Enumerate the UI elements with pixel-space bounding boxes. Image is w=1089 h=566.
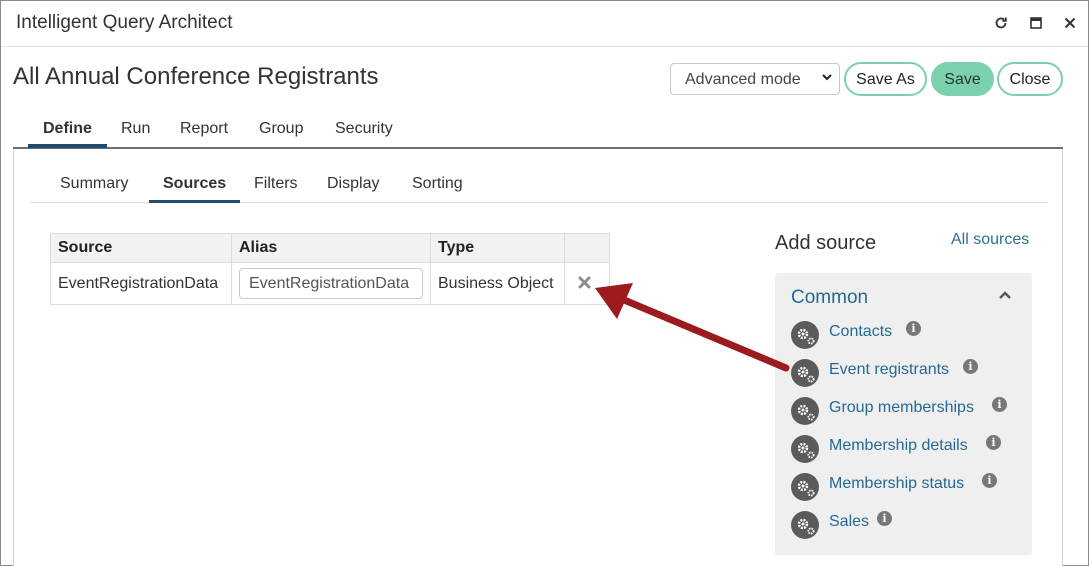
tab-report[interactable]: Report: [180, 120, 228, 138]
alias-cell: [231, 262, 431, 305]
column-header-type: Type: [430, 233, 565, 263]
source-item-membership-details[interactable]: Membership details i: [791, 435, 1021, 465]
chevron-down-icon: [821, 71, 833, 86]
source-item-label[interactable]: Event registrants: [829, 361, 949, 379]
business-object-icon: [791, 473, 819, 501]
common-group-title[interactable]: Common: [791, 287, 868, 309]
subtab-display[interactable]: Display: [327, 175, 379, 193]
refresh-icon[interactable]: [991, 13, 1011, 33]
business-object-icon: [791, 359, 819, 387]
info-icon[interactable]: i: [963, 359, 978, 374]
maximize-icon[interactable]: [1026, 13, 1046, 33]
subtab-sources[interactable]: Sources: [163, 175, 226, 193]
tab-define[interactable]: Define: [43, 120, 92, 138]
query-architect-window: Intelligent Query Architect All Annual C…: [0, 0, 1089, 566]
column-header-alias: Alias: [231, 233, 431, 263]
save-button[interactable]: Save: [931, 62, 994, 96]
business-object-icon: [791, 435, 819, 463]
define-panel: Summary Sources Filters Display Sorting …: [13, 149, 1063, 566]
add-source-title: Add source: [775, 232, 877, 254]
source-item-membership-status[interactable]: Membership status i: [791, 473, 1021, 503]
source-item-label[interactable]: Sales: [829, 513, 869, 531]
chevron-up-icon[interactable]: [997, 287, 1013, 303]
common-sources-group: Common Contacts i Event registrants i Gr…: [775, 273, 1032, 555]
title-bar: Intelligent Query Architect: [1, 1, 1088, 47]
business-object-icon: [791, 397, 819, 425]
active-tab-indicator: [28, 144, 107, 148]
source-item-label[interactable]: Membership status: [829, 475, 964, 493]
sub-tab-bar: Summary Sources Filters Display Sorting: [30, 165, 1048, 203]
info-icon[interactable]: i: [992, 397, 1007, 412]
business-object-icon: [791, 321, 819, 349]
all-sources-link[interactable]: All sources: [951, 231, 1029, 249]
alias-input[interactable]: [239, 268, 423, 299]
business-object-icon: [791, 511, 819, 539]
source-item-group-memberships[interactable]: Group memberships i: [791, 397, 1021, 427]
type-cell: Business Object: [430, 262, 565, 305]
tab-group[interactable]: Group: [259, 120, 303, 138]
delete-source-icon[interactable]: [578, 274, 591, 294]
source-item-event-registrants[interactable]: Event registrants i: [791, 359, 1021, 389]
column-header-actions: [564, 233, 610, 263]
source-item-sales[interactable]: Sales i: [791, 511, 1021, 541]
mode-select-value: Advanced mode: [685, 71, 801, 88]
subtab-sorting[interactable]: Sorting: [412, 175, 463, 193]
info-icon[interactable]: i: [982, 473, 997, 488]
save-as-button[interactable]: Save As: [844, 62, 927, 96]
delete-cell: [564, 262, 610, 305]
tab-security[interactable]: Security: [335, 120, 393, 138]
main-tab-bar: Define Run Report Group Security: [13, 111, 1063, 149]
source-item-label[interactable]: Group memberships: [829, 399, 974, 417]
mode-select[interactable]: Advanced mode: [670, 63, 840, 95]
source-item-label[interactable]: Membership details: [829, 437, 968, 455]
page-title: All Annual Conference Registrants: [13, 63, 379, 90]
close-button[interactable]: Close: [997, 62, 1063, 96]
table-row: EventRegistrationData Business Object: [50, 262, 610, 305]
info-icon[interactable]: i: [877, 511, 892, 526]
subtab-summary[interactable]: Summary: [60, 175, 128, 193]
source-item-label[interactable]: Contacts: [829, 323, 892, 341]
column-header-source: Source: [50, 233, 232, 263]
close-icon[interactable]: [1060, 13, 1080, 33]
info-icon[interactable]: i: [906, 321, 921, 336]
active-subtab-indicator: [149, 200, 240, 203]
source-cell: EventRegistrationData: [50, 262, 232, 305]
source-item-contacts[interactable]: Contacts i: [791, 321, 1021, 351]
info-icon[interactable]: i: [986, 435, 1001, 450]
tab-run[interactable]: Run: [121, 120, 150, 138]
sources-table: Source Alias Type EventRegistrationData …: [50, 233, 610, 305]
subtab-filters[interactable]: Filters: [254, 175, 298, 193]
table-header-row: Source Alias Type: [50, 233, 610, 263]
window-title: Intelligent Query Architect: [16, 12, 233, 33]
